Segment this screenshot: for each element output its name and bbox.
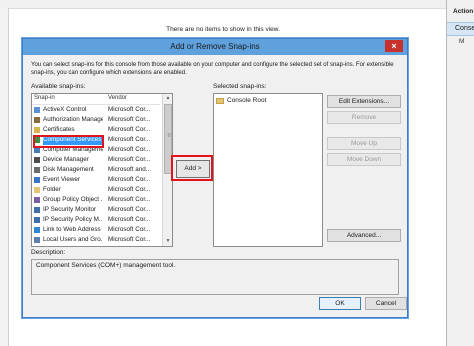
- group-policy-icon: [34, 197, 40, 203]
- snapin-row[interactable]: Disk Management Microsoft and...: [32, 165, 160, 175]
- disk-icon: [34, 167, 40, 173]
- snapin-vendor: Microsoft Cor...: [108, 226, 151, 233]
- actions-console-item[interactable]: Conse: [447, 22, 474, 36]
- close-button[interactable]: ×: [385, 40, 403, 52]
- snapin-column-header[interactable]: Snap-in: [34, 95, 55, 101]
- snapin-vendor: Microsoft Cor...: [108, 146, 151, 153]
- snapin-vendor: Microsoft Cor...: [108, 136, 151, 143]
- grip-icon: ≡: [167, 133, 171, 139]
- snapin-name: Link to Web Address: [43, 226, 101, 233]
- move-down-button[interactable]: Move Down: [327, 153, 401, 166]
- snapin-rows: ActiveX Control Microsoft Cor... Authoriza…: [32, 105, 160, 246]
- highlight-add-button: Add >: [171, 155, 213, 181]
- snapin-vendor: Microsoft Cor...: [108, 156, 151, 163]
- snapin-name: Authorization Manager: [43, 116, 103, 123]
- snapin-vendor: Microsoft Cor...: [108, 206, 151, 213]
- description-label: Description:: [31, 249, 66, 256]
- actions-header: Action: [453, 8, 474, 15]
- snapin-vendor: Microsoft and...: [108, 166, 152, 173]
- snapin-vendor: Microsoft Cor...: [108, 106, 151, 113]
- snapin-row[interactable]: Certificates Microsoft Cor...: [32, 125, 160, 135]
- cancel-button[interactable]: Cancel: [365, 297, 407, 310]
- activex-icon: [34, 107, 40, 113]
- list-header: Snap-in Vendor: [32, 94, 160, 105]
- snapin-row[interactable]: Device Manager Microsoft Cor...: [32, 155, 160, 165]
- snapin-name: Certificates: [43, 126, 75, 133]
- ip-policy-icon: [34, 217, 40, 223]
- snapin-vendor: Microsoft Cor...: [108, 186, 151, 193]
- snapin-vendor: Microsoft Cor...: [108, 176, 151, 183]
- move-up-button[interactable]: Move Up: [327, 137, 401, 150]
- snapin-name: Local Users and Gro...: [43, 236, 103, 243]
- scroll-down-icon[interactable]: ▼: [163, 237, 172, 246]
- device-manager-icon: [34, 157, 40, 163]
- mmc-top-bar: [0, 0, 446, 9]
- actions-more-item[interactable]: M: [459, 38, 464, 45]
- snapin-vendor: Microsoft Cor...: [108, 116, 151, 123]
- snapin-vendor: Microsoft Cor...: [108, 236, 151, 243]
- snapin-row[interactable]: IP Security Monitor Microsoft Cor...: [32, 205, 160, 215]
- dialog-titlebar[interactable]: Add or Remove Snap-ins ×: [23, 39, 407, 55]
- empty-view-message: There are no items to show in this view.: [166, 26, 280, 33]
- authorization-icon: [34, 117, 40, 123]
- snapin-vendor: Microsoft Cor...: [108, 196, 151, 203]
- snapin-name: Event Viewer: [43, 176, 80, 183]
- snapin-row[interactable]: IP Security Policy M... Microsoft Cor...: [32, 215, 160, 225]
- snapin-name: Disk Management: [43, 166, 94, 173]
- web-link-icon: [34, 227, 40, 233]
- add-button[interactable]: Add >: [176, 160, 210, 178]
- actions-pane: Action Conse M: [446, 0, 474, 346]
- vendor-column-header[interactable]: Vendor: [108, 95, 127, 101]
- selected-snapins-list[interactable]: Console Root: [213, 93, 323, 247]
- snapin-name: IP Security Policy M...: [43, 216, 103, 223]
- ip-security-icon: [34, 207, 40, 213]
- advanced-button[interactable]: Advanced...: [327, 229, 401, 242]
- scroll-up-icon[interactable]: ▲: [163, 94, 172, 103]
- folder-icon: [34, 187, 40, 193]
- snapin-name: Folder: [43, 186, 61, 193]
- dialog-title: Add or Remove Snap-ins: [170, 42, 260, 51]
- snapin-row[interactable]: Folder Microsoft Cor...: [32, 185, 160, 195]
- snapin-name: IP Security Monitor: [43, 206, 97, 213]
- console-root-item[interactable]: Console Root: [216, 96, 316, 106]
- snapin-row[interactable]: Group Policy Object ... Microsoft Cor...: [32, 195, 160, 205]
- console-root-label: Console Root: [227, 97, 267, 104]
- snapin-vendor: Microsoft Cor...: [108, 126, 151, 133]
- event-viewer-icon: [34, 177, 40, 183]
- available-snapins-label: Available snap-ins:: [31, 83, 86, 90]
- dialog-instructions: You can select snap-ins for this console…: [31, 62, 394, 76]
- snapin-name: ActiveX Control: [43, 106, 87, 113]
- snapin-vendor: Microsoft Cor...: [108, 216, 151, 223]
- add-remove-snapins-dialog: Add or Remove Snap-ins × You can select …: [22, 38, 408, 318]
- available-snapins-list[interactable]: Snap-in Vendor ActiveX Control Microsoft …: [31, 93, 173, 247]
- description-text: Component Services (COM+) management too…: [36, 262, 176, 269]
- folder-icon: [216, 98, 224, 104]
- snapin-row[interactable]: Local Users and Gro... Microsoft Cor...: [32, 235, 160, 245]
- certificate-icon: [34, 127, 40, 133]
- snapin-name: Group Policy Object ...: [43, 196, 103, 203]
- snapin-row[interactable]: Event Viewer Microsoft Cor...: [32, 175, 160, 185]
- edit-extensions-button[interactable]: Edit Extensions...: [327, 95, 401, 108]
- snapin-row[interactable]: ActiveX Control Microsoft Cor...: [32, 105, 160, 115]
- highlight-component-services: [33, 135, 104, 148]
- description-box: Component Services (COM+) management too…: [31, 259, 399, 295]
- mmc-tree-pane: [0, 8, 9, 346]
- users-icon: [34, 237, 40, 243]
- selected-snapins-label: Selected snap-ins:: [213, 83, 267, 90]
- snapin-row[interactable]: Authorization Manager Microsoft Cor...: [32, 115, 160, 125]
- ok-button[interactable]: OK: [319, 297, 361, 310]
- snapin-name: Device Manager: [43, 156, 89, 163]
- snapin-row[interactable]: Link to Web Address Microsoft Cor...: [32, 225, 160, 235]
- remove-button[interactable]: Remove: [327, 111, 401, 124]
